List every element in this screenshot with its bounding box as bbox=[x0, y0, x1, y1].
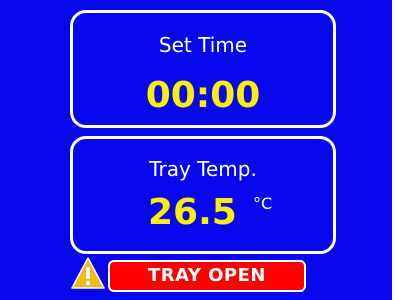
warning-icon bbox=[71, 257, 105, 289]
tray-temp-panel[interactable]: Tray Temp. 26.5 °C bbox=[70, 136, 336, 254]
set-time-label: Set Time bbox=[158, 33, 248, 57]
temp-unit: °C bbox=[253, 194, 273, 213]
tray-temp-label: Tray Temp. bbox=[149, 157, 257, 181]
set-time-panel[interactable]: Set Time 00:00 bbox=[70, 10, 336, 128]
set-time-value: 00:00 bbox=[145, 75, 261, 116]
display-screen: Set Time 00:00 Tray Temp. 26.5 °C TRAY O… bbox=[0, 0, 392, 300]
tray-temp-value: 26.5 bbox=[148, 192, 237, 233]
tray-open-status-banner: TRAY OPEN bbox=[108, 260, 306, 292]
